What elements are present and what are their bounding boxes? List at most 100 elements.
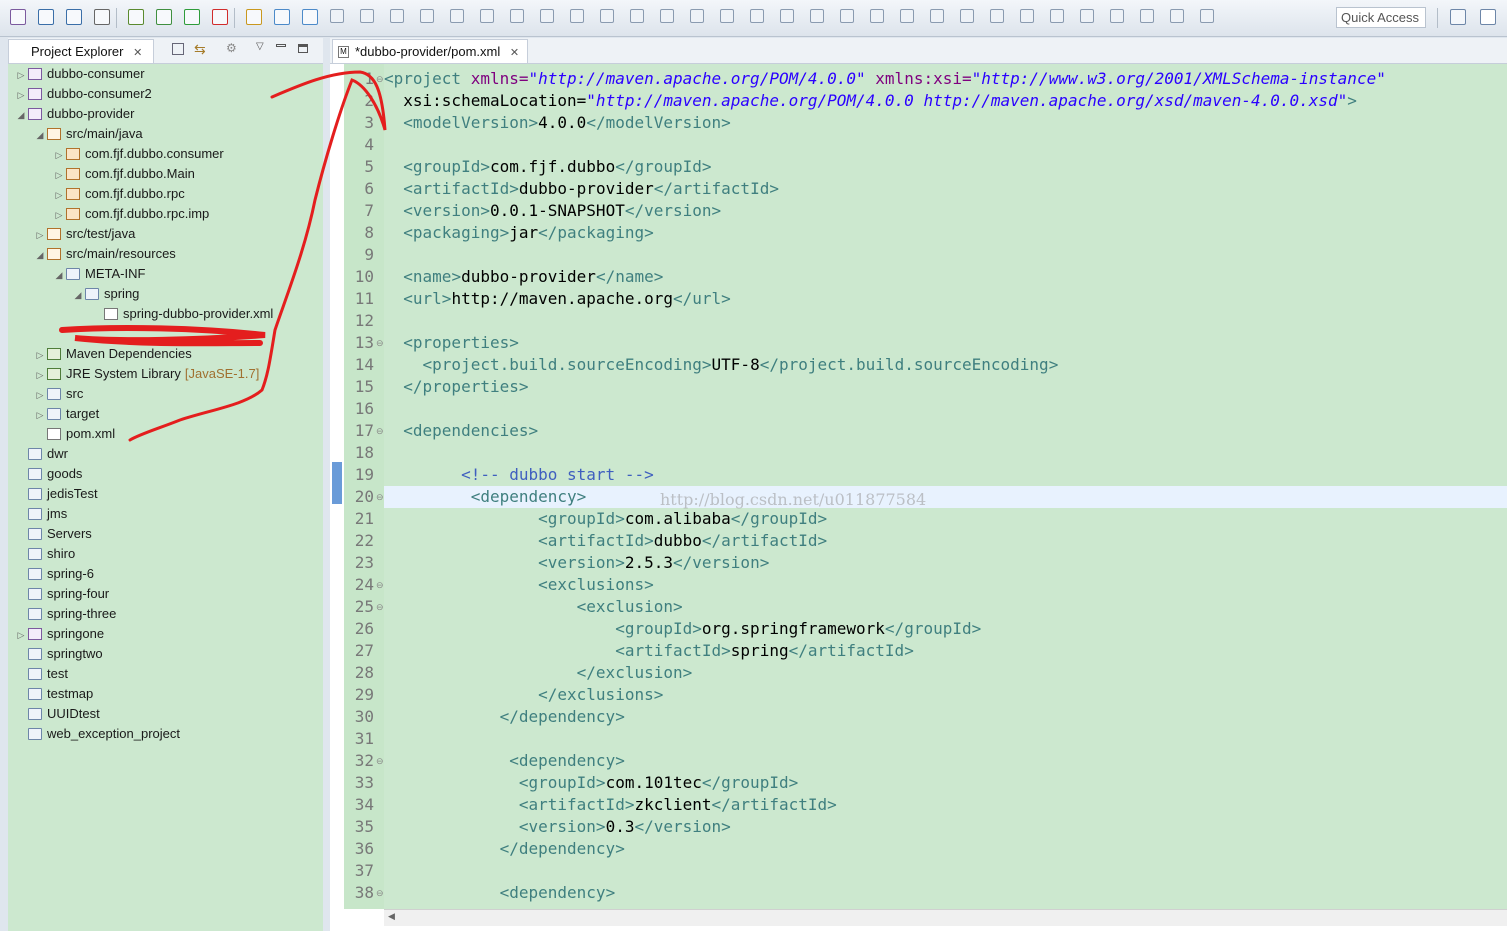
code-line[interactable]: <version>2.5.3</version>: [384, 552, 769, 574]
quick-access-field[interactable]: Quick Access: [1336, 7, 1426, 28]
expanded-arrow-icon[interactable]: ◢: [16, 105, 26, 125]
code-line[interactable]: <groupId>com.101tec</groupId>: [384, 772, 798, 794]
code-line[interactable]: <exclusions>: [384, 574, 654, 596]
toolbar-action-icon[interactable]: [750, 9, 764, 23]
code-line[interactable]: <project xmlns="http://maven.apache.org/…: [384, 68, 1386, 90]
tree-item[interactable]: web_exception_project: [16, 724, 180, 744]
toolbar-action-icon[interactable]: [990, 9, 1004, 23]
tab-pom-xml[interactable]: M *dubbo-provider/pom.xml ✕: [332, 39, 528, 63]
tree-item[interactable]: [35, 324, 47, 344]
close-icon[interactable]: ✕: [510, 47, 519, 59]
tree-item[interactable]: test: [16, 664, 68, 684]
horizontal-scrollbar[interactable]: ◀: [384, 909, 1507, 926]
code-line[interactable]: <artifactId>spring</artifactId>: [384, 640, 914, 662]
toolbar-action-icon[interactable]: [1200, 9, 1214, 23]
tree-item[interactable]: spring-dubbo-provider.xml: [92, 304, 273, 324]
collapsed-arrow-icon[interactable]: ▷: [35, 345, 45, 365]
tree-item[interactable]: ▷ dubbo-consumer: [16, 64, 145, 84]
tree-item[interactable]: ▷ Maven Dependencies: [35, 344, 192, 364]
code-line[interactable]: <packaging>jar</packaging>: [384, 222, 653, 244]
tree-item[interactable]: jedisTest: [16, 484, 98, 504]
tree-item[interactable]: ◢ src/main/java: [35, 124, 143, 144]
perspective-icon[interactable]: [302, 9, 318, 25]
collapsed-arrow-icon[interactable]: ▷: [54, 165, 64, 185]
tree-item[interactable]: pom.xml: [35, 424, 115, 444]
toolbar-action-icon[interactable]: [1020, 9, 1034, 23]
code-line[interactable]: </properties>: [384, 376, 528, 398]
code-line[interactable]: <groupId>com.fjf.dubbo</groupId>: [384, 156, 711, 178]
tree-item[interactable]: ◢ src/main/resources: [35, 244, 176, 264]
code-line[interactable]: <name>dubbo-provider</name>: [384, 266, 663, 288]
code-line[interactable]: <dependency>: [384, 750, 625, 772]
toolbar-action-icon[interactable]: [840, 9, 854, 23]
expanded-arrow-icon[interactable]: ◢: [54, 265, 64, 285]
code-line[interactable]: <properties>: [384, 332, 519, 354]
tree-item[interactable]: ▷ com.fjf.dubbo.Main: [54, 164, 195, 184]
tree-item[interactable]: ▷ springone: [16, 624, 105, 645]
expanded-arrow-icon[interactable]: ◢: [73, 285, 83, 305]
collapsed-arrow-icon[interactable]: ▷: [16, 625, 26, 645]
code-line[interactable]: </exclusions>: [384, 684, 663, 706]
debug-icon[interactable]: [156, 9, 172, 25]
fold-toggle-icon[interactable]: ⊖: [376, 750, 384, 772]
fold-toggle-icon[interactable]: ⊖: [376, 420, 384, 442]
code-line[interactable]: <version>0.3</version>: [384, 816, 731, 838]
toolbar-action-icon[interactable]: [960, 9, 974, 23]
toolbar-action-icon[interactable]: [780, 9, 794, 23]
tree-item[interactable]: ▷ dubbo-consumer2: [16, 84, 152, 104]
expanded-arrow-icon[interactable]: ◢: [35, 125, 45, 145]
collapsed-arrow-icon[interactable]: ▷: [54, 185, 64, 205]
code-line[interactable]: <modelVersion>4.0.0</modelVersion>: [384, 112, 731, 134]
toolbar-action-icon[interactable]: [720, 9, 734, 23]
tree-item[interactable]: dwr: [16, 444, 68, 464]
scroll-left-icon[interactable]: ◀: [388, 911, 395, 922]
maximize-icon[interactable]: [298, 44, 308, 53]
code-line[interactable]: <artifactId>zkclient</artifactId>: [384, 794, 837, 816]
save-all-icon[interactable]: [66, 9, 82, 25]
tree-item[interactable]: spring-three: [16, 604, 116, 624]
code-line[interactable]: <groupId>com.alibaba</groupId>: [384, 508, 827, 530]
tree-item[interactable]: ▷ com.fjf.dubbo.rpc: [54, 184, 185, 204]
code-line[interactable]: </dependency>: [384, 838, 625, 860]
toolbar-action-icon[interactable]: [600, 9, 614, 23]
collapsed-arrow-icon[interactable]: ▷: [35, 405, 45, 425]
toolbar-action-icon[interactable]: [870, 9, 884, 23]
filter-icon[interactable]: ⚙: [226, 41, 237, 55]
toolbar-action-icon[interactable]: [420, 9, 434, 23]
toolbar-action-icon[interactable]: [900, 9, 914, 23]
stop-icon[interactable]: [212, 9, 228, 25]
toolbar-action-icon[interactable]: [330, 9, 344, 23]
fold-toggle-icon[interactable]: ⊖: [376, 596, 384, 618]
toolbar-action-icon[interactable]: [1140, 9, 1154, 23]
fold-toggle-icon[interactable]: ⊖: [376, 332, 384, 354]
run-icon[interactable]: [184, 9, 200, 25]
open-type-icon[interactable]: [274, 9, 290, 25]
toolbar-action-icon[interactable]: [1080, 9, 1094, 23]
save-icon[interactable]: [38, 9, 54, 25]
collapsed-arrow-icon[interactable]: ▷: [54, 145, 64, 165]
toolbar-action-icon[interactable]: [630, 9, 644, 23]
toolbar-action-icon[interactable]: [1050, 9, 1064, 23]
code-line[interactable]: <artifactId>dubbo-provider</artifactId>: [384, 178, 779, 200]
collapse-all-icon[interactable]: [172, 43, 184, 55]
tree-item[interactable]: springtwo: [16, 644, 103, 664]
search-icon[interactable]: [246, 9, 262, 25]
tree-item[interactable]: goods: [16, 464, 82, 484]
code-line[interactable]: <dependencies>: [384, 420, 538, 442]
toolbar-action-icon[interactable]: [360, 9, 374, 23]
tree-item[interactable]: testmap: [16, 684, 93, 704]
tree-item[interactable]: ◢ spring: [73, 284, 140, 305]
build-icon[interactable]: [128, 9, 144, 25]
toolbar-action-icon[interactable]: [450, 9, 464, 23]
collapsed-arrow-icon[interactable]: ▷: [16, 85, 26, 105]
toolbar-action-icon[interactable]: [390, 9, 404, 23]
code-line[interactable]: <url>http://maven.apache.org</url>: [384, 288, 731, 310]
tree-item[interactable]: spring-four: [16, 584, 109, 604]
toolbar-action-icon[interactable]: [810, 9, 824, 23]
tree-item[interactable]: UUIDtest: [16, 704, 100, 724]
open-perspective-icon[interactable]: [1450, 9, 1466, 25]
code-line[interactable]: <artifactId>dubbo</artifactId>: [384, 530, 827, 552]
toolbar-action-icon[interactable]: [1170, 9, 1184, 23]
fold-toggle-icon[interactable]: ⊖: [376, 882, 384, 904]
code-line[interactable]: xsi:schemaLocation="http://maven.apache.…: [384, 90, 1357, 112]
